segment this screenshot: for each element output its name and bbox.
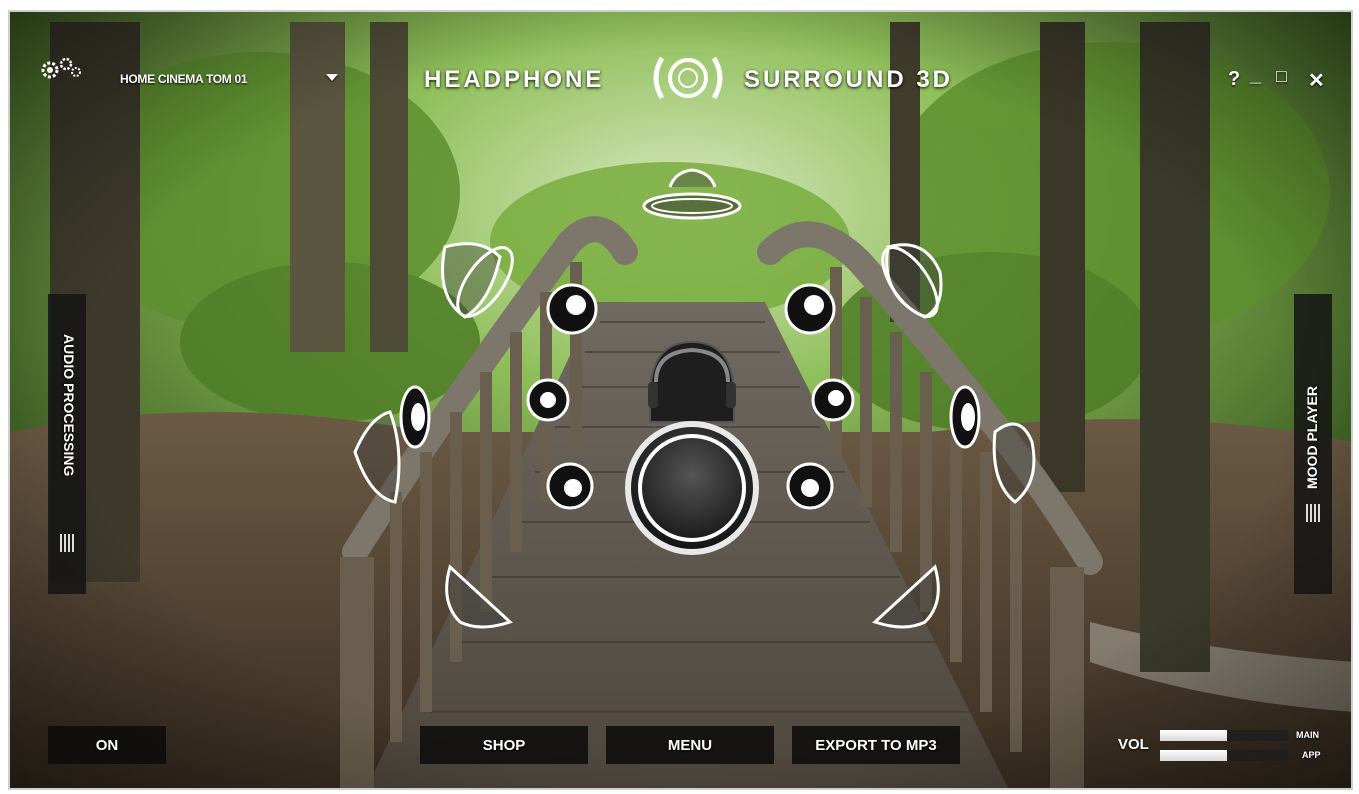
app-volume-fill	[1160, 750, 1227, 761]
speaker-rear-left[interactable]	[546, 462, 594, 510]
app-window: HOME CINEMA TOM 01 HEADPHONE SURROUND 3D…	[0, 0, 1359, 794]
gears-icon[interactable]	[38, 54, 82, 82]
grip-handle-icon[interactable]	[60, 534, 74, 552]
speaker-mid-left[interactable]	[526, 378, 570, 422]
maximize-button[interactable]: □	[1276, 66, 1287, 87]
menu-button[interactable]: MENU	[606, 726, 774, 764]
app-title-left: HEADPHONE	[424, 66, 605, 93]
speaker-rear-right[interactable]	[786, 462, 834, 510]
app-title-right: SURROUND 3D	[744, 66, 954, 93]
audio-processing-tab[interactable]: AUDIO PROCESSING	[48, 294, 86, 594]
close-button[interactable]: ✕	[1308, 68, 1325, 93]
forest-bridge-scene	[10, 12, 1351, 788]
main-volume-slider[interactable]	[1160, 730, 1288, 741]
help-button[interactable]: ?	[1228, 68, 1240, 91]
on-button[interactable]: ON	[48, 726, 166, 764]
mood-player-tab[interactable]: MOOD PLAYER	[1294, 294, 1332, 594]
audio-processing-label: AUDIO PROCESSING	[61, 334, 77, 477]
main-volume-fill	[1160, 730, 1227, 741]
preset-selector-label[interactable]: HOME CINEMA TOM 01	[120, 72, 248, 86]
speaker-front-right[interactable]	[784, 283, 836, 335]
surround-logo-icon	[653, 56, 723, 100]
mood-player-label: MOOD PLAYER	[1304, 386, 1320, 489]
minimize-button[interactable]: _	[1250, 64, 1261, 87]
chevron-down-icon[interactable]	[326, 74, 338, 81]
main-volume-label: MAIN	[1296, 730, 1319, 740]
app-volume-label: APP	[1302, 750, 1321, 760]
speaker-front-left[interactable]	[546, 283, 598, 335]
export-mp3-button[interactable]: EXPORT TO MP3	[792, 726, 960, 764]
grip-handle-icon[interactable]	[1306, 504, 1320, 522]
shop-button[interactable]: SHOP	[420, 726, 588, 764]
speaker-mid-right[interactable]	[811, 378, 855, 422]
app-volume-slider[interactable]	[1160, 750, 1288, 761]
volume-label: VOL	[1118, 736, 1149, 753]
main-frame: HOME CINEMA TOM 01 HEADPHONE SURROUND 3D…	[8, 10, 1353, 790]
